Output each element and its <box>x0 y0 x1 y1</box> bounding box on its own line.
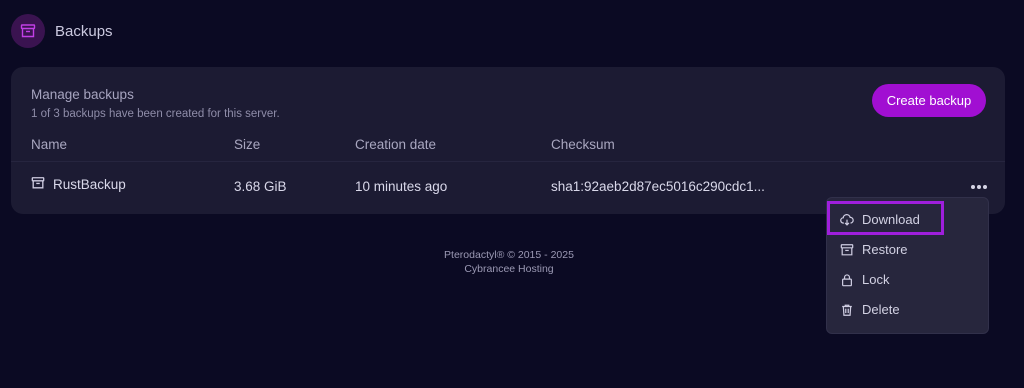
column-header-creation-date: Creation date <box>355 137 437 152</box>
menu-item-delete[interactable]: Delete <box>827 295 988 325</box>
menu-item-lock[interactable]: Lock <box>827 265 988 295</box>
footer-host: Cybrancee Hosting <box>464 263 554 275</box>
menu-item-label: Download <box>862 212 920 227</box>
archive-icon <box>31 176 45 193</box>
backup-checksum: sha1:92aeb2d87ec5016c290cdc1... <box>551 179 765 194</box>
column-header-size: Size <box>234 137 261 152</box>
backup-creation-date: 10 minutes ago <box>355 179 448 194</box>
archive-icon <box>11 14 45 48</box>
menu-item-label: Restore <box>862 242 908 257</box>
backups-page: Backups Manage backups 1 of 3 backups ha… <box>0 0 1024 388</box>
backup-name: RustBackup <box>53 177 126 192</box>
archive-restore-icon <box>840 243 854 257</box>
menu-item-restore[interactable]: Restore <box>827 235 988 265</box>
column-header-checksum: Checksum <box>551 137 615 152</box>
card-subtitle: 1 of 3 backups have been created for thi… <box>31 108 280 120</box>
backup-name-cell: RustBackup <box>31 176 126 193</box>
menu-item-label: Lock <box>862 272 890 287</box>
column-header-name: Name <box>31 137 68 152</box>
card-title: Manage backups <box>31 87 134 102</box>
create-backup-button[interactable]: Create backup <box>872 84 986 117</box>
backups-card: Manage backups 1 of 3 backups have been … <box>11 67 1005 214</box>
more-options-icon[interactable] <box>968 178 990 196</box>
backup-size: 3.68 GiB <box>234 179 287 194</box>
backup-actions-menu: Download Restore Lock Delete <box>826 197 989 334</box>
menu-item-label: Delete <box>862 302 900 317</box>
page-title: Backups <box>55 22 113 40</box>
trash-icon <box>840 303 854 317</box>
page-header: Backups <box>11 14 113 48</box>
menu-item-download[interactable]: Download <box>827 205 988 235</box>
footer-copyright: Pterodactyl® © 2015 - 2025 <box>444 249 574 261</box>
cloud-download-icon <box>840 213 854 227</box>
lock-icon <box>840 273 854 287</box>
